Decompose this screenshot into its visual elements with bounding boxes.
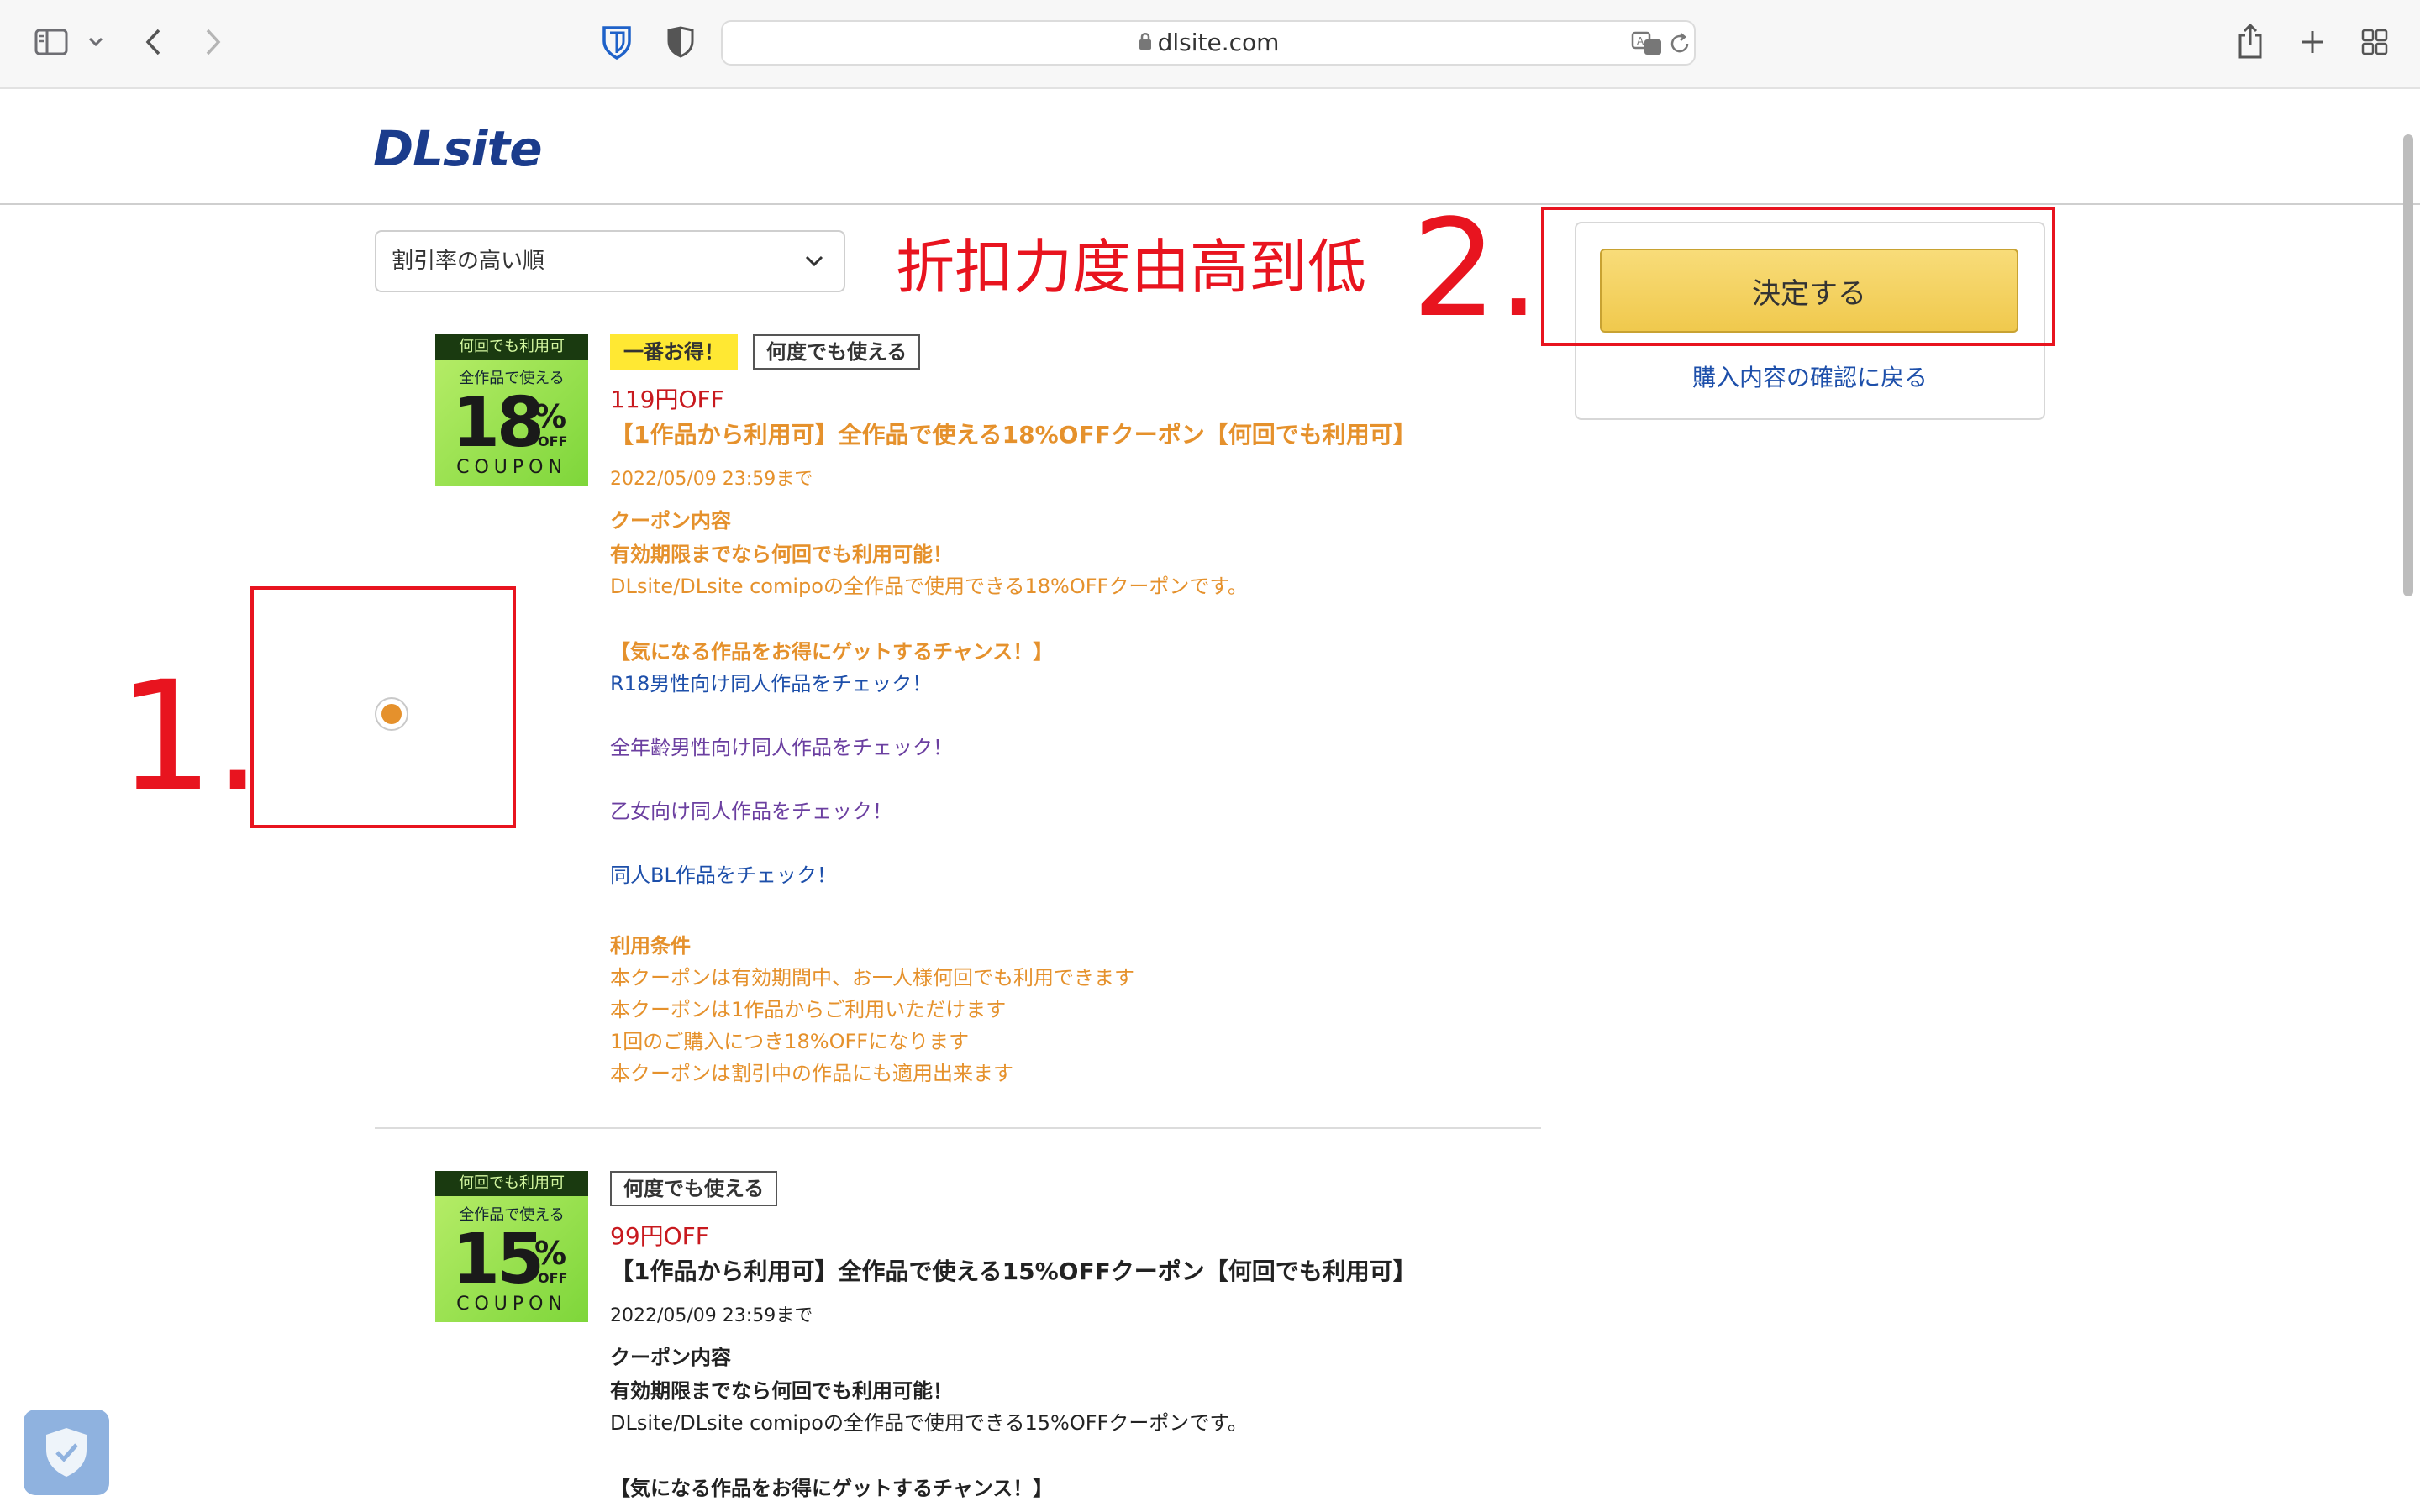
coupon-image-15: 何回でも利用可 全作品で使える 15 % OFF COUPON: [435, 1171, 588, 1322]
address-bar[interactable]: dlsite.com A: [721, 20, 1696, 66]
coupon-image-sign: %: [534, 398, 567, 435]
link-all-ages-male[interactable]: 全年齢男性向け同人作品をチェック！: [610, 731, 953, 760]
coupon-image-top: 何回でも利用可: [435, 1171, 588, 1196]
link-otome[interactable]: 乙女向け同人作品をチェック！: [610, 795, 892, 824]
chevron-down-icon[interactable]: [84, 30, 108, 54]
coupon-content-line2: DLsite/DLsite comipoの全作品で使用できる15%OFFクーポン…: [610, 1411, 1248, 1435]
sort-select[interactable]: 割引率の高い順: [375, 230, 845, 292]
share-icon[interactable]: [2233, 22, 2267, 60]
coupon-divider: [375, 1127, 1541, 1129]
privacy-shield-icon[interactable]: [664, 25, 697, 59]
dlsite-logo[interactable]: DLsite: [373, 120, 543, 177]
coupon-image-pct: 18: [452, 383, 544, 463]
coupon-term: 1回のご購入につき18%OFFになります: [610, 1030, 970, 1053]
coupon-image-sign: %: [534, 1235, 567, 1272]
coupon-content-line2: DLsite/DLsite comipoの全作品で使用できる18%OFFクーポン…: [610, 575, 1248, 598]
coupon-content-heading: クーポン内容: [610, 1346, 731, 1369]
back-arrow-icon[interactable]: [138, 25, 168, 59]
lock-icon: [1138, 23, 1153, 65]
svg-text:A: A: [1637, 35, 1644, 47]
coupon-image-coupon: COUPON: [456, 1294, 567, 1315]
badge-best-deal: 一番お得！: [610, 334, 738, 370]
coupon-deadline: 2022/05/09 23:59まで: [610, 469, 813, 490]
forward-arrow-icon[interactable]: [198, 25, 229, 59]
annotation-note: 折扣力度由高到低: [896, 233, 1366, 302]
coupon-image-18: 何回でも利用可 全作品で使える 18 % OFF COUPON: [435, 334, 588, 486]
reload-icon[interactable]: [1665, 29, 1694, 59]
coupon-image-off: OFF: [538, 433, 568, 449]
coupon-content-heading: クーポン内容: [610, 509, 731, 533]
coupon-image-top: 何回でも利用可: [435, 334, 588, 360]
coupon-radio-selected[interactable]: [375, 697, 408, 731]
bitwarden-shield-icon[interactable]: [598, 24, 635, 60]
annotation-box-confirm: [1541, 207, 2055, 346]
coupon-image-coupon: COUPON: [456, 457, 567, 478]
coupon-term: 本クーポンは割引中の作品にも適用出来ます: [610, 1062, 1013, 1085]
link-bl[interactable]: 同人BL作品をチェック！: [610, 858, 837, 888]
annotation-step1: 1.: [118, 649, 262, 825]
coupon-term: 本クーポンは1作品からご利用いただけます: [610, 998, 1007, 1021]
coupon-content-line1: 有効期限までなら何回でも利用可能！: [610, 1379, 953, 1403]
sort-selected-value: 割引率の高い順: [392, 249, 545, 274]
coupon-terms-heading: 利用条件: [610, 934, 691, 958]
coupon-image-off: OFF: [538, 1270, 568, 1286]
coupon-discount: 99円OFF: [610, 1222, 709, 1250]
coupon-content-line1: 有効期限までなら何回でも利用可能！: [610, 543, 953, 566]
coupon-chance-heading: 【気になる作品をお得にゲットするチャンス！】: [610, 640, 1054, 664]
coupon-title: 【1作品から利用可】全作品で使える15%OFFクーポン【何回でも利用可】: [610, 1257, 1417, 1285]
coupon-term: 本クーポンは有効期間中、お一人様何回でも利用できます: [610, 966, 1134, 990]
link-r18-male[interactable]: R18男性向け同人作品をチェック！: [610, 667, 932, 696]
coupon-deadline: 2022/05/09 23:59まで: [610, 1305, 813, 1326]
coupon-image-pct: 15: [452, 1220, 544, 1299]
coupon-chance-heading: 【気になる作品をお得にゲットするチャンス！】: [610, 1477, 1054, 1500]
coupon-title: 【1作品から利用可】全作品で使える18%OFFクーポン【何回でも利用可】: [610, 421, 1417, 449]
url-text[interactable]: dlsite.com: [723, 22, 1694, 64]
translate-icon[interactable]: A: [1628, 27, 1665, 60]
badge-reusable: 何度でも使える: [753, 334, 921, 370]
plus-icon[interactable]: [2296, 25, 2329, 59]
chevron-down-icon: [800, 247, 829, 276]
coupon-discount: 119円OFF: [610, 386, 724, 413]
badge-reusable: 何度でも使える: [610, 1171, 778, 1206]
shield-check-icon[interactable]: [24, 1410, 109, 1495]
radio-dot: [381, 704, 402, 724]
browser-toolbar: dlsite.com A: [0, 0, 2420, 89]
url[interactable]: dlsite.com: [1158, 29, 1280, 56]
site-header: [0, 87, 2420, 205]
annotation-step2: 2.: [1412, 190, 1540, 347]
back-to-purchase-link[interactable]: 購入内容の確認に戻る: [1575, 360, 2045, 393]
sidebar-icon[interactable]: [32, 25, 71, 59]
scrollbar[interactable]: [2403, 134, 2413, 596]
tab-grid-icon[interactable]: [2358, 25, 2391, 59]
